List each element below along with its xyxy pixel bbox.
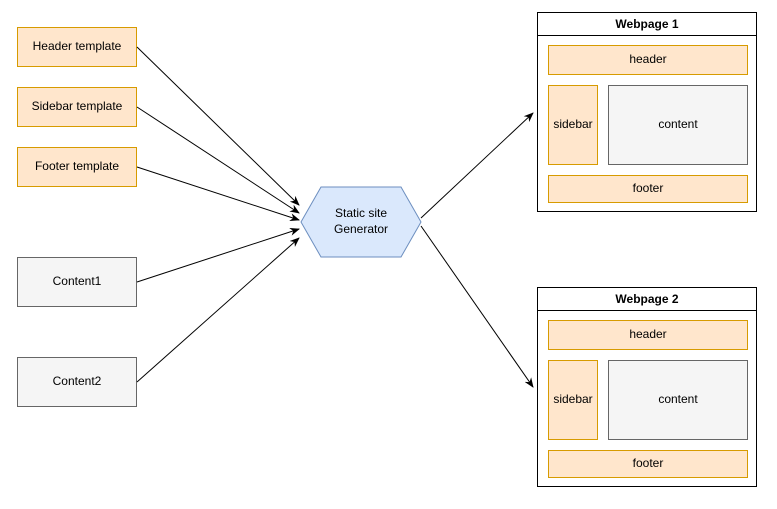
webpage-2-sidebar: sidebar <box>548 360 598 440</box>
arrow-footer-to-gen <box>137 167 299 220</box>
content2-label: Content2 <box>53 374 102 390</box>
footer-template-node: Footer template <box>17 147 137 187</box>
webpage-1-sidebar: sidebar <box>548 85 598 165</box>
webpage-1-sidebar-label: sidebar <box>553 117 592 133</box>
webpage-2-content: content <box>608 360 748 440</box>
webpage-2-header-label: header <box>629 327 666 343</box>
sidebar-template-label: Sidebar template <box>32 99 123 115</box>
content2-node: Content2 <box>17 357 137 407</box>
webpage-2-sidebar-label: sidebar <box>553 392 592 408</box>
webpage-1-header: header <box>548 45 748 75</box>
webpage-1-title: Webpage 1 <box>615 17 678 31</box>
webpage-2: Webpage 2 header sidebar content footer <box>537 287 757 487</box>
webpage-2-content-label: content <box>658 392 697 408</box>
arrow-sidebar-to-gen <box>137 107 299 213</box>
webpage-2-title: Webpage 2 <box>615 292 678 306</box>
arrow-content1-to-gen <box>137 229 299 282</box>
webpage-1-content: content <box>608 85 748 165</box>
webpage-1-footer-label: footer <box>633 181 664 197</box>
webpage-1-header-label: header <box>629 52 666 68</box>
webpage-2-footer: footer <box>548 450 748 478</box>
header-template-node: Header template <box>17 27 137 67</box>
processor-node: Static site Generator <box>301 187 421 257</box>
webpage-2-footer-label: footer <box>633 456 664 472</box>
sidebar-template-node: Sidebar template <box>17 87 137 127</box>
webpage-2-header: header <box>548 320 748 350</box>
webpage-1-content-label: content <box>658 117 697 133</box>
webpage-1-titlebar: Webpage 1 <box>538 13 756 36</box>
content1-label: Content1 <box>53 274 102 290</box>
header-template-label: Header template <box>33 39 122 55</box>
content1-node: Content1 <box>17 257 137 307</box>
webpage-1: Webpage 1 header sidebar content footer <box>537 12 757 212</box>
webpage-2-titlebar: Webpage 2 <box>538 288 756 311</box>
webpage-1-footer: footer <box>548 175 748 203</box>
arrow-content2-to-gen <box>137 238 299 382</box>
footer-template-label: Footer template <box>35 159 119 175</box>
arrow-gen-to-webpage1 <box>421 113 533 218</box>
processor-label: Static site Generator <box>334 206 388 237</box>
processor-shape <box>301 187 421 257</box>
arrow-header-to-gen <box>137 47 299 205</box>
arrow-gen-to-webpage2 <box>421 226 533 387</box>
